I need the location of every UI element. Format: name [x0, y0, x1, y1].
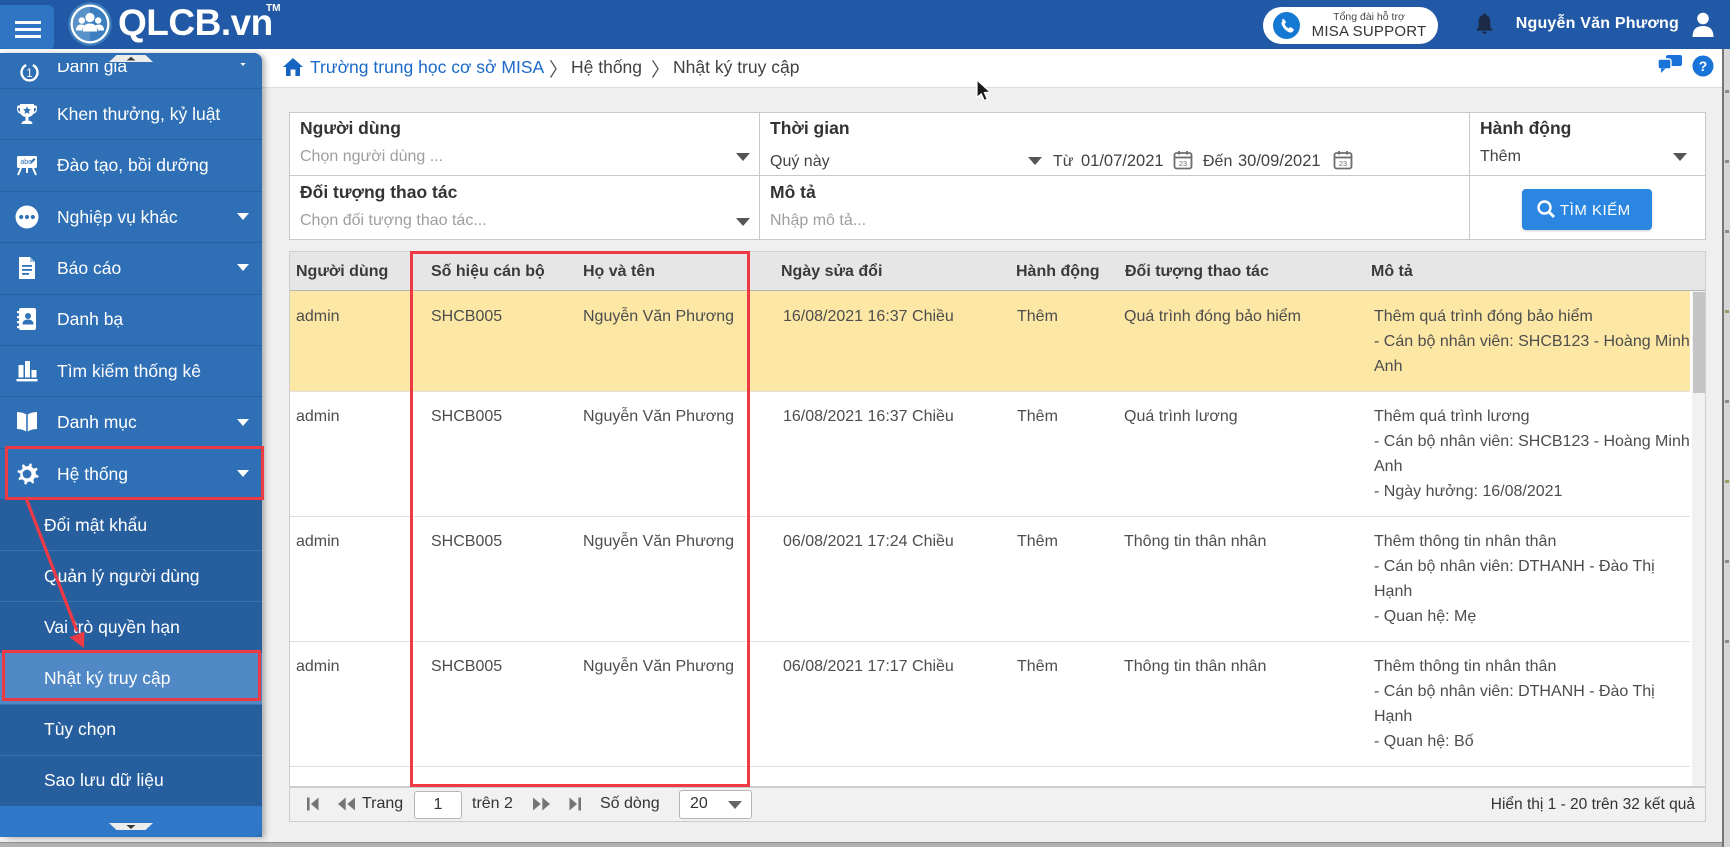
svg-text:1: 1	[26, 68, 32, 80]
svg-text:23: 23	[1179, 159, 1187, 168]
svg-text:abc: abc	[20, 159, 32, 166]
svg-text:23: 23	[1339, 159, 1347, 168]
svg-text:?: ?	[1699, 58, 1708, 74]
